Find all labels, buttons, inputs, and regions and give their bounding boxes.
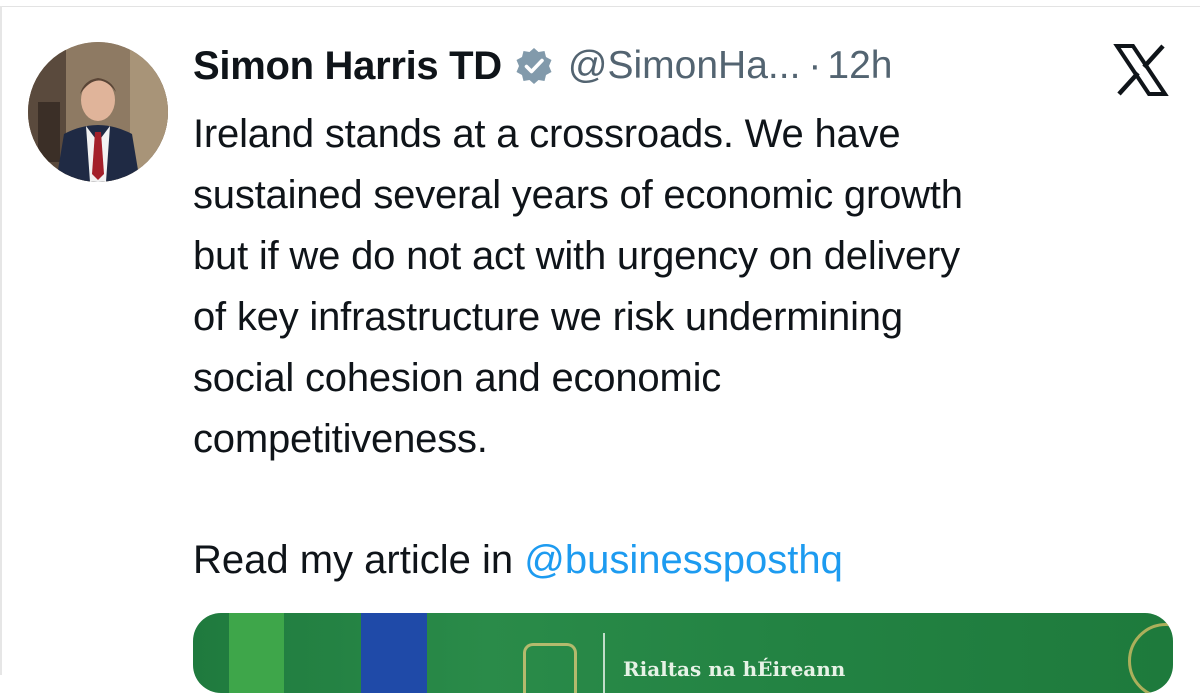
card-divider xyxy=(603,633,605,693)
top-divider xyxy=(0,6,1200,7)
author-name[interactable]: Simon Harris TD xyxy=(193,44,502,89)
tweet-line: Ireland stands at a crossroads. We have xyxy=(193,112,901,156)
separator-dot: · xyxy=(808,44,822,87)
read-prefix: Read my article in xyxy=(193,538,525,582)
eu-flag-shape xyxy=(361,613,427,693)
x-logo-icon xyxy=(1113,42,1169,98)
tweet-line: competitiveness. xyxy=(193,417,488,461)
mention-link[interactable]: @businessposthq xyxy=(524,538,843,582)
author-handle[interactable]: @SimonHa... xyxy=(568,44,801,88)
harp-emblem-icon xyxy=(523,643,577,693)
tweet-header: Simon Harris TD @SimonHa... · 12h xyxy=(193,40,892,92)
media-card[interactable]: Rialtas na hÉireann xyxy=(193,613,1173,693)
read-article-line: Read my article in @businessposthq xyxy=(193,530,843,591)
left-border xyxy=(0,6,2,675)
tweet-line: social cohesion and economic xyxy=(193,356,722,400)
seal-emblem-icon xyxy=(1128,623,1173,693)
timestamp[interactable]: 12h xyxy=(827,44,892,88)
verified-badge-icon xyxy=(514,46,554,86)
card-caption: Rialtas na hÉireann xyxy=(623,657,846,681)
tweet-line: of key infrastructure we risk underminin… xyxy=(193,295,903,339)
avatar[interactable] xyxy=(28,42,168,182)
tweet-line: but if we do not act with urgency on del… xyxy=(193,234,960,278)
flag-shape xyxy=(229,613,284,693)
tweet-line: sustained several years of economic grow… xyxy=(193,173,963,217)
tweet-text: Ireland stands at a crossroads. We have … xyxy=(193,104,1153,470)
